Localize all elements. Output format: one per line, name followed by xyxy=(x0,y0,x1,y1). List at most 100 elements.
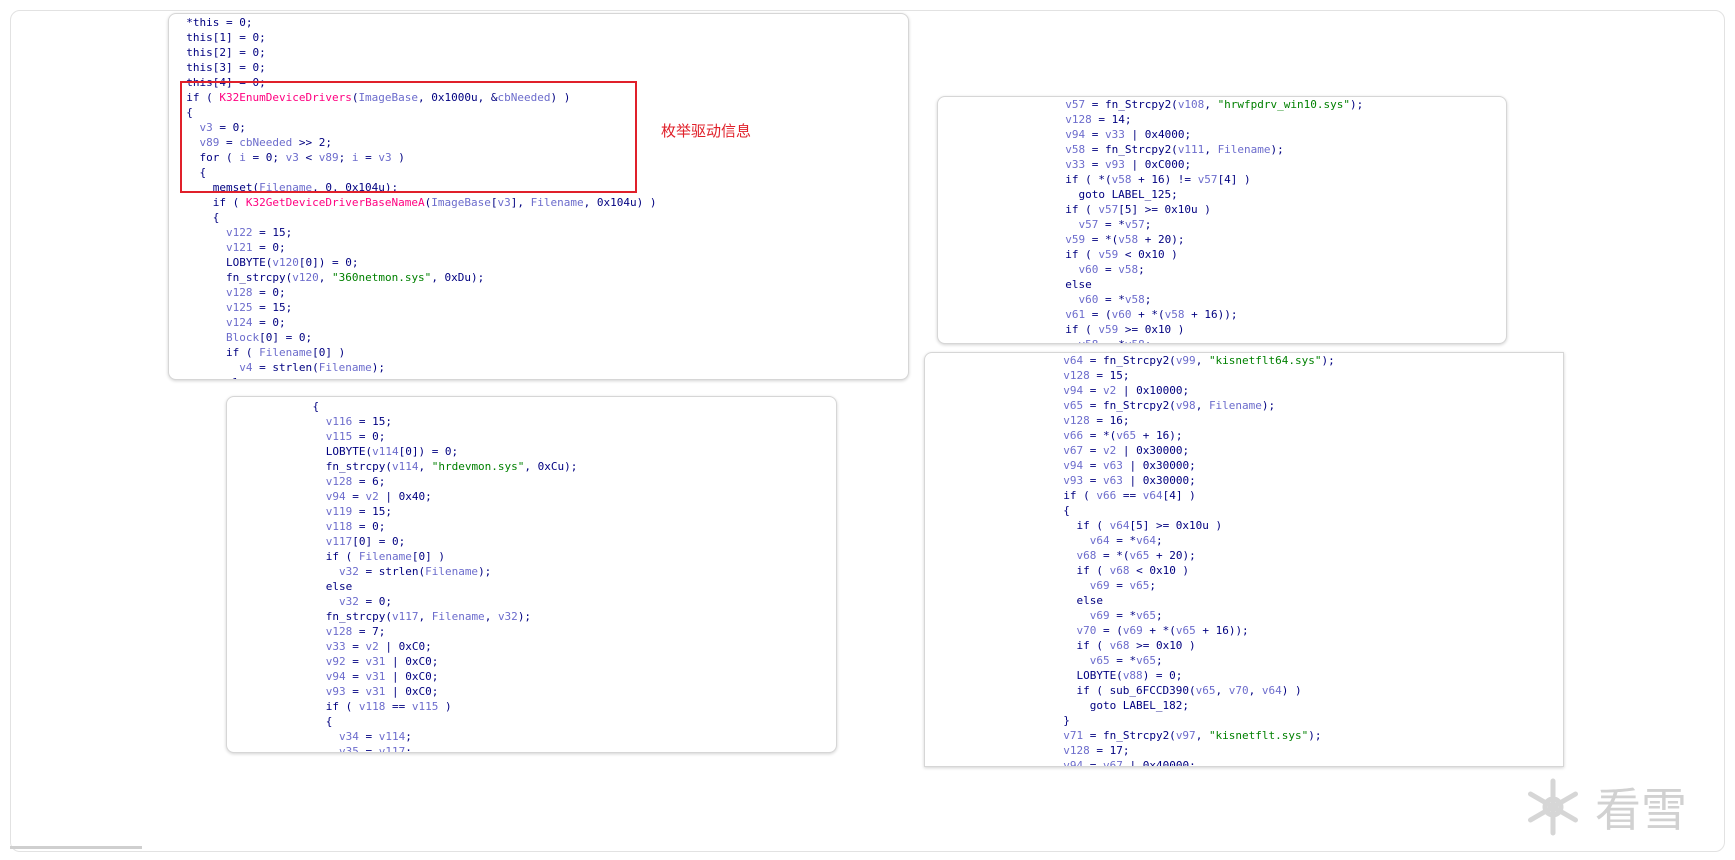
code-line: v117[0] = 0; xyxy=(325,535,406,548)
code-line: { xyxy=(233,715,333,728)
code-line: else xyxy=(173,375,657,379)
code-line: v128 = 7; xyxy=(325,625,386,638)
code-line: v33 = v2 | 0xC0; xyxy=(325,640,432,653)
code-line: v68 = *(v65 + 20); xyxy=(1076,549,1196,562)
code-line: v60 = *v58; xyxy=(1078,293,1152,306)
code-line: v93 = v31 | 0xC0; xyxy=(325,685,439,698)
code-line: if ( sub_6FCCD390(v65, v70, v64) ) xyxy=(944,684,1302,697)
code-line: if ( Filename[0] ) xyxy=(233,550,445,563)
watermark-text: 看雪 xyxy=(1595,783,1687,837)
code-line: } xyxy=(944,714,1070,727)
code-line: Block[0] = 0; xyxy=(225,331,313,344)
code-line: LOBYTE(v114[0]) = 0; xyxy=(233,445,459,458)
code-line: v58 = fn_Strcpy2(v111, Filename); xyxy=(1065,143,1284,156)
code-line: v35 = v117; xyxy=(338,745,412,753)
code-line: v119 = 15; xyxy=(325,505,392,518)
code-line: v116 = 15; xyxy=(325,415,392,428)
code-line: v94 = v67 | 0x40000; xyxy=(1063,759,1196,767)
code-line: if ( v59 >= 0x10 ) xyxy=(946,323,1185,336)
code-line: *this = 0; xyxy=(173,16,253,29)
code-line: v94 = v2 | 0x10000; xyxy=(1063,384,1190,397)
annotation-label: 枚举驱动信息 xyxy=(661,122,752,140)
code-panel-hrdevmon: { v116 = 15; v115 = 0; LOBYTE(v114[0]) =… xyxy=(226,396,837,753)
code-block: { v116 = 15; v115 = 0; LOBYTE(v114[0]) =… xyxy=(233,399,578,753)
code-line: v64 = fn_Strcpy2(v99, "kisnetflt64.sys")… xyxy=(1063,354,1335,367)
code-line: v67 = v2 | 0x30000; xyxy=(1063,444,1190,457)
code-line: goto LABEL_182; xyxy=(944,699,1190,712)
code-line: if ( v68 < 0x10 ) xyxy=(944,564,1190,577)
code-line: if ( v57[5] >= 0x10u ) xyxy=(946,203,1211,216)
code-line: v32 = strlen(Filename); xyxy=(338,565,492,578)
code-line: else xyxy=(233,580,353,593)
code-line: v125 = 15; xyxy=(225,301,293,314)
code-line: v57 = fn_Strcpy2(v108, "hrwfpdrv_win10.s… xyxy=(1065,98,1364,111)
code-line: v93 = v63 | 0x30000; xyxy=(1063,474,1196,487)
code-line: fn_strcpy(v117, Filename, v32); xyxy=(233,610,532,623)
code-line: goto LABEL_125; xyxy=(946,188,1178,201)
code-line: { xyxy=(173,211,220,224)
code-line: v66 = *(v65 + 16); xyxy=(1063,429,1183,442)
code-line: v124 = 0; xyxy=(225,316,286,329)
code-line: v59 = *(v58 + 20); xyxy=(1065,233,1185,246)
code-line: fn_strcpy(v120, "360netmon.sys", 0xDu); xyxy=(173,271,485,284)
code-line: if ( v68 >= 0x10 ) xyxy=(944,639,1196,652)
code-line: this[2] = 0; xyxy=(173,46,266,59)
code-line: v34 = v114; xyxy=(338,730,412,743)
code-block: v57 = fn_Strcpy2(v108, "hrwfpdrv_win10.s… xyxy=(946,97,1364,343)
code-line: else xyxy=(944,594,1103,607)
code-panel-hrwfpdrv: v57 = fn_Strcpy2(v108, "hrwfpdrv_win10.s… xyxy=(937,96,1507,344)
code-line: if ( *(v58 + 16) != v57[4] ) xyxy=(946,173,1251,186)
code-line: v65 = *v65; xyxy=(1089,654,1163,667)
code-line: v121 = 0; xyxy=(225,241,286,254)
code-line: v94 = v63 | 0x30000; xyxy=(1063,459,1196,472)
code-line: LOBYTE(v88) = 0; xyxy=(944,669,1183,682)
code-line: this[3] = 0; xyxy=(173,61,266,74)
code-line: if ( v64[5] >= 0x10u ) xyxy=(944,519,1223,532)
code-line: v64 = *v64; xyxy=(1089,534,1163,547)
code-line: v128 = 15; xyxy=(1063,369,1130,382)
code-panel-enum-drivers: *this = 0; this[1] = 0; this[2] = 0; thi… xyxy=(168,13,909,380)
code-line: v94 = v31 | 0xC0; xyxy=(325,670,439,683)
code-line: v32 = 0; xyxy=(338,595,392,608)
code-line: v33 = v93 | 0xC000; xyxy=(1065,158,1192,171)
code-line: v115 = 0; xyxy=(325,430,386,443)
code-line: v128 = 6; xyxy=(325,475,386,488)
code-line: else xyxy=(946,278,1092,291)
code-line: v128 = 17; xyxy=(1063,744,1130,757)
code-line: this[1] = 0; xyxy=(173,31,266,44)
code-line: v69 = *v65; xyxy=(1089,609,1163,622)
code-block: *this = 0; this[1] = 0; this[2] = 0; thi… xyxy=(173,15,657,379)
code-line: if ( Filename[0] ) xyxy=(173,346,346,359)
code-line: if ( v118 == v115 ) xyxy=(233,700,452,713)
code-line: v70 = (v69 + *(v65 + 16)); xyxy=(1076,624,1249,637)
kanxue-watermark: 看雪 xyxy=(1521,774,1687,840)
code-line: v60 = v58; xyxy=(1078,263,1145,276)
code-line: if ( v66 == v64[4] ) xyxy=(944,489,1196,502)
code-line: { xyxy=(944,504,1070,517)
code-line: v71 = fn_Strcpy2(v97, "kisnetflt.sys"); xyxy=(1063,729,1322,742)
code-panel-kisnetflt: v64 = fn_Strcpy2(v99, "kisnetflt64.sys")… xyxy=(924,352,1564,767)
code-line: v118 = 0; xyxy=(325,520,386,533)
code-line: v128 = 14; xyxy=(1065,113,1132,126)
code-line: if ( K32GetDeviceDriverBaseNameA(ImageBa… xyxy=(173,196,657,209)
code-line: v4 = strlen(Filename); xyxy=(239,361,385,374)
code-line: { xyxy=(233,400,320,413)
code-line: v94 = v33 | 0x4000; xyxy=(1065,128,1192,141)
code-line: v128 = 0; xyxy=(225,286,286,299)
code-line: v92 = v31 | 0xC0; xyxy=(325,655,439,668)
code-line: v122 = 15; xyxy=(225,226,293,239)
code-line: LOBYTE(v120[0]) = 0; xyxy=(173,256,359,269)
code-line: v94 = v2 | 0x40; xyxy=(325,490,432,503)
code-line: fn_strcpy(v114, "hrdevmon.sys", 0xCu); xyxy=(233,460,578,473)
horizontal-scrollbar[interactable] xyxy=(10,846,142,849)
highlight-box xyxy=(180,81,637,193)
code-line: v57 = *v57; xyxy=(1078,218,1152,231)
code-line: if ( v59 < 0x10 ) xyxy=(946,248,1178,261)
snowflake-logo-icon xyxy=(1528,778,1578,836)
code-line: v69 = v65; xyxy=(1089,579,1156,592)
code-line: v65 = fn_Strcpy2(v98, Filename); xyxy=(1063,399,1276,412)
code-line: v61 = (v60 + *(v58 + 16)); xyxy=(1065,308,1238,321)
code-line: v58 = *v58; xyxy=(946,337,1363,343)
code-block: v64 = fn_Strcpy2(v99, "kisnetflt64.sys")… xyxy=(944,353,1335,767)
code-line: v128 = 16; xyxy=(1063,414,1130,427)
